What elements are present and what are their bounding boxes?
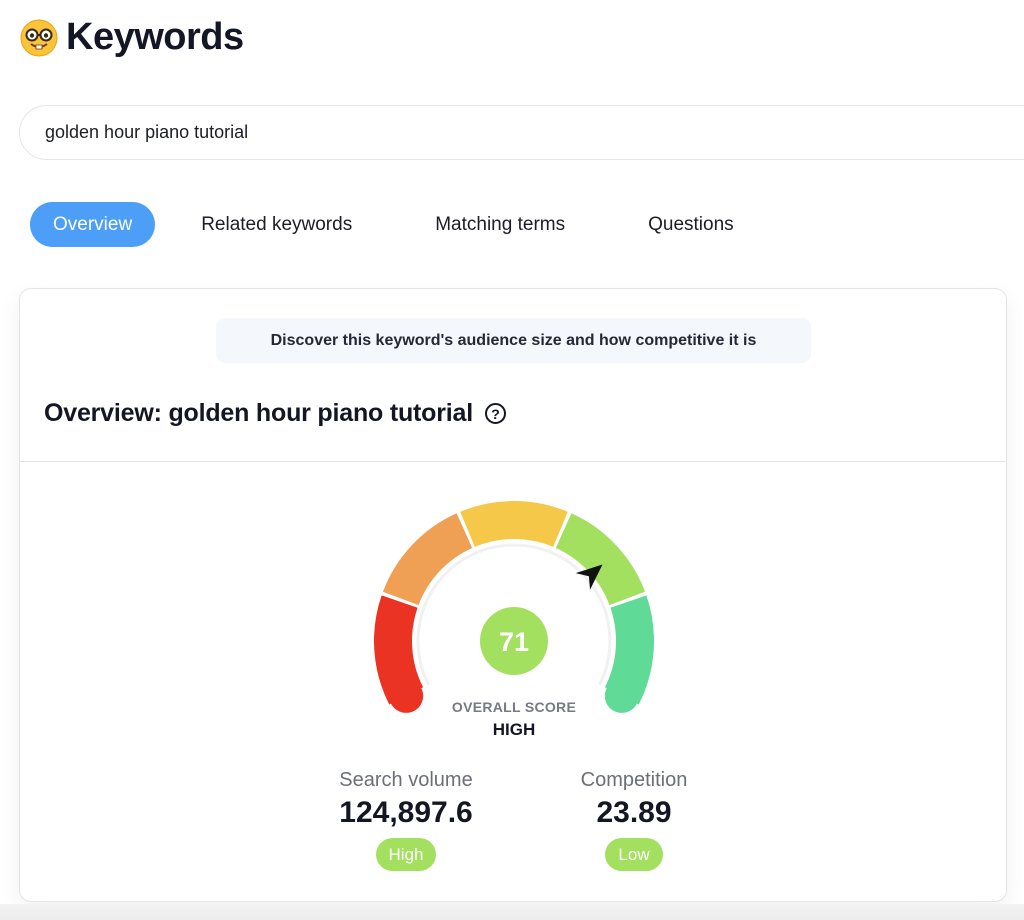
metric-label: Competition [580, 769, 688, 791]
page-background [0, 904, 1024, 920]
tab-overview[interactable]: Overview [30, 202, 156, 247]
tab-matching-terms[interactable]: Matching terms [412, 202, 588, 247]
overview-card: Discover this keyword's audience size an… [19, 288, 1007, 902]
metric-value: 124,897.6 [339, 796, 473, 829]
gauge-segment [460, 501, 568, 548]
overall-score-level: HIGH [492, 720, 536, 739]
nerd-face-icon [20, 19, 58, 57]
metric-value: 23.89 [596, 796, 672, 829]
search-input[interactable] [43, 121, 952, 144]
metric-search-volume: Search volume 124,897.6 High [296, 769, 516, 871]
metric-badge: Low [605, 838, 663, 871]
score-value: 71 [499, 627, 529, 657]
metric-badge: High [375, 838, 437, 871]
search-box[interactable] [19, 105, 1024, 160]
metric-label: Search volume [339, 769, 473, 791]
score-gauge: 71 [374, 501, 654, 739]
tab-related-keywords[interactable]: Related keywords [178, 202, 375, 247]
metric-competition: Competition 23.89 Low [524, 769, 744, 871]
tab-bar: Overview Related keywords Matching terms… [30, 202, 768, 247]
page-header: Keywords [20, 16, 244, 59]
page-title: Keywords [66, 16, 244, 58]
tab-questions[interactable]: Questions [625, 202, 757, 247]
overall-score-label: OVERALL SCORE [451, 699, 577, 715]
